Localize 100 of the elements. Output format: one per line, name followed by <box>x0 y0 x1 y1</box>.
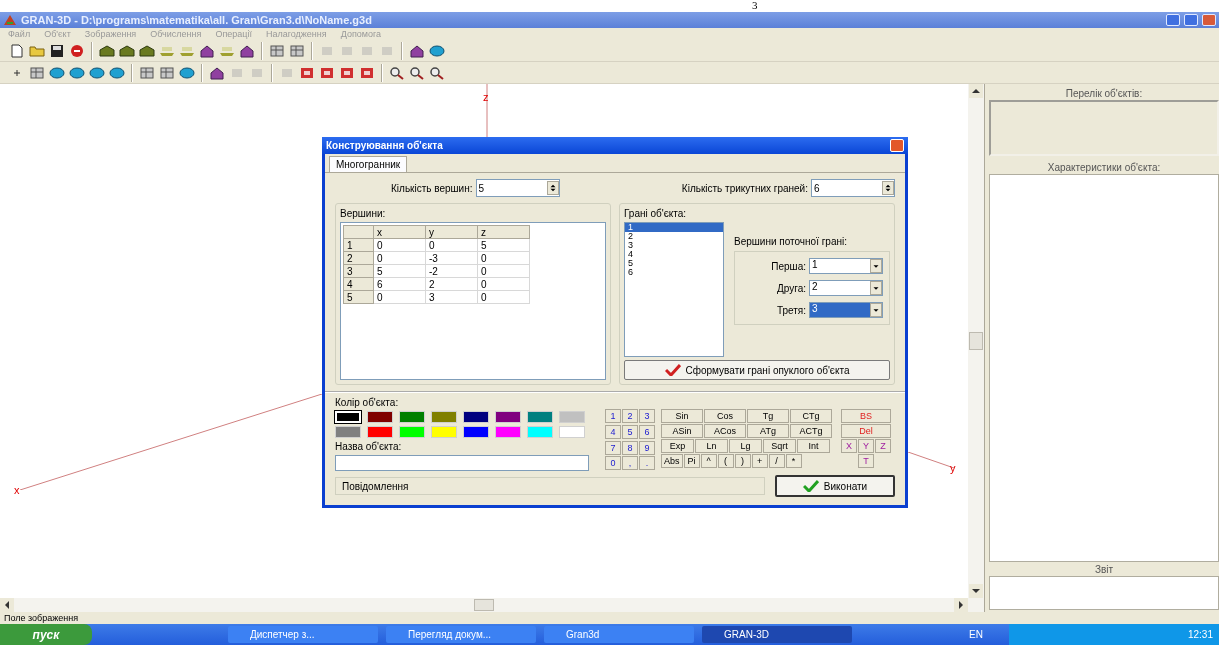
function-key[interactable]: Cos <box>704 409 746 423</box>
language-indicator[interactable]: EN <box>969 629 983 640</box>
taskbar-button[interactable]: Gran3d <box>544 626 694 643</box>
zoom-icon <box>389 65 405 80</box>
function-key[interactable]: Exp <box>661 439 694 453</box>
function-key[interactable]: Abs <box>661 454 683 468</box>
spin-arrows[interactable] <box>546 181 559 196</box>
list-item[interactable]: 6 <box>625 268 723 278</box>
taskbar-button[interactable]: Диспетчер з... <box>228 626 378 643</box>
function-key[interactable]: Ln <box>695 439 728 453</box>
color-swatch[interactable] <box>431 426 457 438</box>
list-item[interactable]: 2 <box>625 232 723 242</box>
color-swatch[interactable] <box>367 426 393 438</box>
table-cell: 0 <box>477 277 530 291</box>
function-key[interactable]: ACos <box>704 424 746 438</box>
color-swatch[interactable] <box>399 411 425 423</box>
digit-key[interactable]: 8 <box>622 440 638 455</box>
tab[interactable]: Многогранник <box>329 156 408 173</box>
list-item[interactable]: 3 <box>625 241 723 251</box>
color-swatch[interactable] <box>559 426 585 438</box>
faded-icon <box>250 66 264 79</box>
scroll-thumb[interactable] <box>969 332 983 350</box>
function-key[interactable]: ^ <box>700 454 717 468</box>
dropdown-field[interactable]: 1 <box>809 258 883 275</box>
color-swatch[interactable] <box>527 426 553 438</box>
color-swatch[interactable] <box>527 411 553 423</box>
close-button[interactable] <box>1202 14 1216 26</box>
edit-key[interactable]: BS <box>841 409 891 423</box>
digit-key[interactable]: 2 <box>622 409 638 423</box>
function-key[interactable]: CTg <box>790 409 832 423</box>
faded-icon <box>230 66 244 79</box>
function-key[interactable]: Int <box>797 439 830 453</box>
function-key[interactable]: + <box>751 454 768 468</box>
color-swatch[interactable] <box>431 411 457 423</box>
digit-key[interactable]: 0 <box>605 456 621 471</box>
digit-key[interactable]: 9 <box>639 440 655 455</box>
spin-arrows[interactable] <box>882 181 894 196</box>
taskbar-button[interactable]: Перегляд докум... <box>386 626 536 643</box>
function-key[interactable]: Sin <box>661 409 703 423</box>
color-swatch[interactable] <box>495 426 521 438</box>
color-swatch[interactable] <box>495 411 521 423</box>
grid-icon <box>140 66 154 79</box>
spin-field[interactable]: 6 <box>811 179 895 198</box>
column-header: x <box>373 225 426 239</box>
color-swatch[interactable] <box>463 426 489 438</box>
function-key[interactable]: ATg <box>747 424 789 438</box>
start-button[interactable]: пуск <box>0 624 92 645</box>
check-icon <box>802 480 819 492</box>
list-item[interactable]: 5 <box>625 259 723 269</box>
list-item[interactable]: 1 <box>625 223 723 233</box>
digit-key[interactable]: 4 <box>605 424 621 439</box>
table-cell: 0 <box>425 238 478 252</box>
variable-key[interactable]: Y <box>858 439 874 453</box>
dropdown-button[interactable] <box>870 281 882 296</box>
clock: 12:31 <box>1187 629 1213 640</box>
name-field[interactable] <box>335 455 589 471</box>
function-key[interactable]: Tg <box>747 409 789 423</box>
color-swatch[interactable] <box>463 411 489 423</box>
color-swatch[interactable] <box>559 411 585 423</box>
function-key[interactable]: Sqrt <box>763 439 796 453</box>
minimize-button[interactable] <box>1166 14 1180 26</box>
dropdown-field[interactable]: 2 <box>809 280 883 297</box>
color-swatch[interactable] <box>367 411 393 423</box>
list-item[interactable]: 4 <box>625 250 723 260</box>
table-cell: 3 <box>425 290 478 304</box>
variable-key[interactable]: Z <box>875 439 891 453</box>
dropdown-field[interactable]: 3 <box>809 302 883 319</box>
build-button[interactable]: Сформувати грані опуклого об'єкта <box>624 360 890 380</box>
edit-key[interactable]: Del <box>841 424 891 438</box>
digit-key[interactable]: 3 <box>639 409 655 423</box>
digit-key[interactable]: 7 <box>605 440 621 455</box>
field-label: Кількість трикутних граней: <box>681 182 808 194</box>
function-key[interactable]: ASin <box>661 424 703 438</box>
function-key[interactable]: Lg <box>729 439 762 453</box>
faded-icon <box>320 44 334 57</box>
function-key[interactable]: ( <box>717 454 734 468</box>
variable-key[interactable]: X <box>841 439 857 453</box>
function-key[interactable]: ) <box>734 454 751 468</box>
function-key[interactable]: / <box>768 454 785 468</box>
function-key[interactable]: * <box>785 454 802 468</box>
scroll-thumb[interactable] <box>474 599 494 611</box>
spin-field[interactable]: 5 <box>475 179 560 198</box>
digit-key[interactable]: 6 <box>639 424 655 439</box>
color-swatch[interactable] <box>335 426 361 438</box>
maximize-button[interactable] <box>1184 14 1198 26</box>
group-title: Грані об'єкта: <box>624 208 688 220</box>
digit-key[interactable]: . <box>639 456 655 471</box>
digit-key[interactable]: 1 <box>605 409 621 423</box>
function-key[interactable]: ACTg <box>790 424 832 438</box>
variable-key[interactable]: T <box>858 454 874 468</box>
digit-key[interactable]: , <box>622 456 638 471</box>
function-key[interactable]: Pi <box>683 454 700 468</box>
digit-key[interactable]: 5 <box>622 424 638 439</box>
color-swatch[interactable] <box>399 426 425 438</box>
plane-icon <box>159 44 175 57</box>
taskbar-button[interactable]: GRAN-3D <box>702 626 852 643</box>
dropdown-button[interactable] <box>870 303 882 318</box>
run-button[interactable]: Виконати <box>775 475 895 497</box>
dropdown-button[interactable] <box>870 259 882 274</box>
sphere-icon <box>179 66 195 79</box>
